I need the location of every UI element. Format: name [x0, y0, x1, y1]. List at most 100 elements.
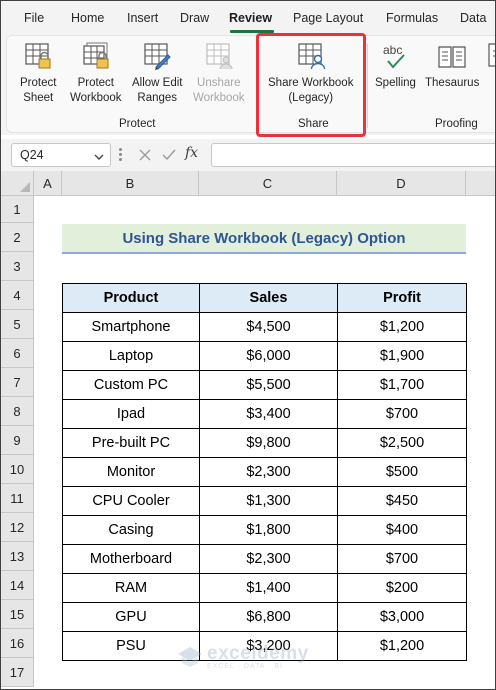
column-header-e[interactable]	[466, 171, 495, 196]
formula-input[interactable]	[211, 143, 495, 167]
cell-product[interactable]: Smartphone	[62, 312, 200, 342]
protect-sheet-icon	[22, 40, 54, 72]
spelling-button[interactable]: abc Spelling	[375, 40, 416, 91]
cell-product[interactable]: Casing	[62, 515, 200, 545]
cell-product[interactable]: GPU	[62, 602, 200, 632]
thesaurus-button[interactable]: Thesaurus	[425, 40, 479, 91]
column-header-b[interactable]: B	[62, 171, 199, 196]
row-header-3[interactable]: 3	[1, 252, 34, 281]
spelling-icon: abc	[379, 40, 411, 72]
cell-profit[interactable]: $1,900	[337, 341, 467, 371]
row-header-14[interactable]: 14	[1, 571, 34, 600]
row-header-16[interactable]: 16	[1, 629, 34, 658]
cell-product[interactable]: CPU Cooler	[62, 486, 200, 516]
protect-sheet-button[interactable]: Protect Sheet	[20, 40, 56, 106]
tab-formulas[interactable]: Formulas	[386, 11, 438, 25]
workbook-statistics-button[interactable]: W W	[485, 40, 495, 106]
sheet-title[interactable]: Using Share Workbook (Legacy) Option	[62, 224, 466, 254]
ribbon-panel: Protect Sheet Protect Workbook Allow Edi…	[6, 35, 495, 133]
tab-draw[interactable]: Draw	[180, 11, 209, 25]
allow-edit-ranges-icon	[141, 40, 173, 72]
column-header-profit[interactable]: Profit	[337, 283, 467, 313]
column-header-c[interactable]: C	[199, 171, 337, 196]
cell-product[interactable]: Ipad	[62, 399, 200, 429]
column-header-d[interactable]: D	[337, 171, 466, 196]
cell-sales[interactable]: $6,000	[199, 341, 338, 371]
cell-sales[interactable]: $4,500	[199, 312, 338, 342]
row-header-7[interactable]: 7	[1, 368, 34, 397]
row-header-9[interactable]: 9	[1, 426, 34, 455]
tab-review[interactable]: Review	[229, 11, 272, 25]
cell-product[interactable]: Laptop	[62, 341, 200, 371]
column-header-a[interactable]: A	[34, 171, 62, 196]
cell-sales[interactable]: $1,400	[199, 573, 338, 603]
protect-sheet-line1: Protect	[20, 77, 57, 89]
row-header-6[interactable]: 6	[1, 339, 34, 368]
cell-profit[interactable]: $400	[337, 515, 467, 545]
unshare-workbook-icon	[203, 40, 235, 72]
row-header-12[interactable]: 12	[1, 513, 34, 542]
enter-check-icon[interactable]	[161, 147, 177, 168]
proofing-group-label: Proofing	[435, 118, 478, 130]
cell-sales[interactable]: $1,300	[199, 486, 338, 516]
cancel-icon[interactable]	[137, 147, 153, 168]
tab-home[interactable]: Home	[71, 11, 104, 25]
select-all-triangle-icon	[20, 182, 30, 192]
worksheet-grid[interactable]: A B C D 1 2 3 4 5 6 7 8 9 10 11 12 13 14 15 16 17 Using …	[1, 171, 495, 689]
cell-product[interactable]: Monitor	[62, 457, 200, 487]
column-header-product[interactable]: Product	[62, 283, 200, 313]
cell-profit[interactable]: $1,200	[337, 312, 467, 342]
row-header-10[interactable]: 10	[1, 455, 34, 484]
row-header-17[interactable]: 17	[1, 658, 34, 687]
table-row: RAM $1,400 $200	[62, 573, 467, 603]
cell-product[interactable]: RAM	[62, 573, 200, 603]
spelling-line1: Spelling	[375, 77, 416, 89]
row-header-8[interactable]: 8	[1, 397, 34, 426]
cell-product[interactable]: Pre-built PC	[62, 428, 200, 458]
protect-workbook-button[interactable]: Protect Workbook	[70, 40, 122, 106]
row-header-15[interactable]: 15	[1, 600, 34, 629]
cell-profit[interactable]: $1,200	[337, 631, 467, 661]
cell-sales[interactable]: $5,500	[199, 370, 338, 400]
insert-function-button[interactable]: fx	[185, 145, 198, 161]
row-header-5[interactable]: 5	[1, 310, 34, 339]
unshare-workbook-button[interactable]: Unshare Workbook	[193, 40, 245, 106]
cell-profit[interactable]: $1,700	[337, 370, 467, 400]
cell-sales[interactable]: $9,800	[199, 428, 338, 458]
cell-sales[interactable]: $1,800	[199, 515, 338, 545]
cell-sales[interactable]: $2,300	[199, 544, 338, 574]
tab-data[interactable]: Data	[460, 11, 486, 25]
cell-profit[interactable]: $3,000	[337, 602, 467, 632]
row-header-4[interactable]: 4	[1, 281, 34, 310]
cell-profit[interactable]: $700	[337, 544, 467, 574]
cell-product[interactable]: Motherboard	[62, 544, 200, 574]
row-header-13[interactable]: 13	[1, 542, 34, 571]
row-header-2[interactable]: 2	[1, 223, 34, 252]
cell-sales[interactable]: $6,800	[199, 602, 338, 632]
cell-profit[interactable]: $200	[337, 573, 467, 603]
name-box[interactable]: Q24	[11, 143, 111, 167]
chevron-down-icon[interactable]	[93, 150, 105, 168]
tab-insert[interactable]: Insert	[127, 11, 158, 25]
tab-file[interactable]: File	[24, 11, 44, 25]
row-header-1[interactable]: 1	[1, 196, 34, 223]
cell-sales[interactable]: $3,400	[199, 399, 338, 429]
select-all-corner[interactable]	[1, 171, 34, 196]
cell-product[interactable]: Custom PC	[62, 370, 200, 400]
share-workbook-legacy-button[interactable]: Share Workbook (Legacy)	[268, 40, 353, 106]
protect-group-label: Protect	[119, 118, 156, 130]
row-header-11[interactable]: 11	[1, 484, 34, 513]
cell-profit[interactable]: $2,500	[337, 428, 467, 458]
formula-bar-grip-icon[interactable]	[119, 148, 122, 162]
cell-sales[interactable]: $2,300	[199, 457, 338, 487]
table-row: Smartphone $4,500 $1,200	[62, 312, 467, 342]
table-row: Casing $1,800 $400	[62, 515, 467, 545]
cell-profit[interactable]: $700	[337, 399, 467, 429]
spelling-label: Spelling	[375, 76, 416, 91]
column-header-sales[interactable]: Sales	[199, 283, 338, 313]
formula-bar: Q24 fx	[1, 139, 495, 171]
cell-profit[interactable]: $500	[337, 457, 467, 487]
tab-page-layout[interactable]: Page Layout	[293, 11, 363, 25]
cell-profit[interactable]: $450	[337, 486, 467, 516]
allow-edit-ranges-button[interactable]: Allow Edit Ranges	[132, 40, 183, 106]
